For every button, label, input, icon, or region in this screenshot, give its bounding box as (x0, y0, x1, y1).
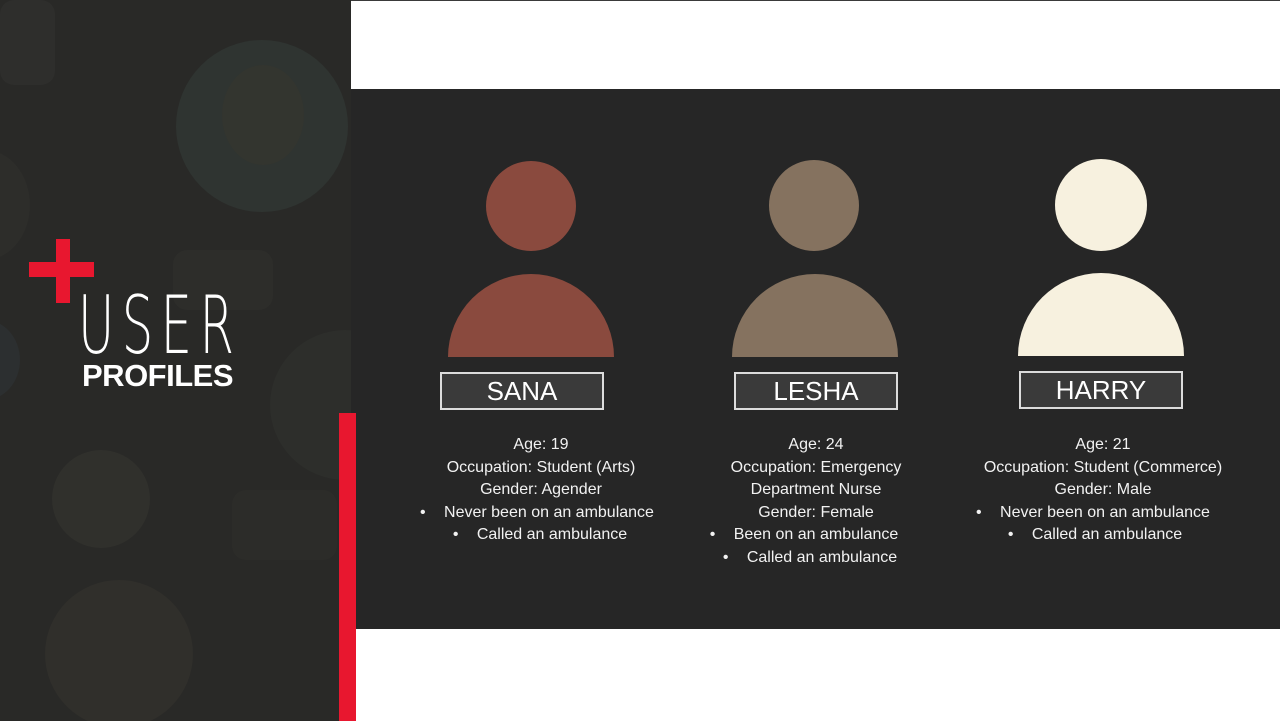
top-border (351, 0, 1280, 1)
bullet-icon: • (452, 526, 459, 543)
profile-details: Age: 24 Occupation: Emergency Department… (681, 434, 951, 569)
profile-age: Age: 19 (513, 436, 569, 453)
profile-gender: Gender: Female (758, 503, 874, 521)
red-cross-icon-bar (29, 262, 94, 277)
bullet-text: Been on an ambulance (733, 526, 899, 543)
avatar-body-icon (732, 274, 898, 357)
background-avatar-woman-head (222, 65, 304, 165)
bullet-text: Never been on an ambulance (1000, 503, 1210, 521)
background-avatar-left-mid (0, 320, 20, 400)
profile-bullets: • Never been on an ambulance • Called an a… (953, 502, 1253, 547)
profile-occupation-line1: Occupation: Emergency (730, 458, 902, 476)
avatar-head-icon (769, 160, 859, 251)
background-avatar-left (0, 150, 30, 260)
bullet-text: Called an ambulance (1031, 526, 1183, 543)
bullet-item: • Called an ambulance (945, 524, 1245, 547)
profile-bullets: • Never been on an ambulance • Called an a… (391, 502, 691, 547)
bullet-text: Never been on an ambulance (444, 503, 654, 521)
profile-occupation: Occupation: Student (Arts) (446, 458, 636, 476)
background-avatar-man (52, 450, 150, 548)
profile-name: LESHA (734, 372, 898, 410)
avatar-head-icon (486, 161, 576, 251)
bullet-item: • Called an ambulance (390, 524, 690, 547)
profile-gender: Gender: Male (1054, 481, 1152, 498)
slide-title-profiles: PROFILES (82, 358, 234, 393)
bullet-icon: • (976, 503, 982, 521)
profile-bullets: • Been on an ambulance • Called an ambulan… (681, 524, 951, 569)
profile-occupation-line2: Department Nurse (750, 481, 882, 498)
background-chat-bubble-3 (0, 0, 55, 85)
bullet-icon: • (1007, 526, 1014, 543)
bullet-icon: • (709, 526, 716, 543)
profile-gender: Gender: Agender (480, 481, 602, 498)
avatar-body-icon (448, 274, 614, 357)
profile-age: Age: 21 (1075, 436, 1131, 453)
bullet-icon: • (722, 548, 729, 566)
left-panel: USER PROFILES (0, 0, 351, 721)
profile-details: Age: 19 Occupation: Student (Arts) Gende… (391, 434, 691, 547)
avatar-head-icon (1055, 159, 1147, 251)
background-chat-bubble-2 (232, 490, 337, 560)
profile-name: SANA (440, 372, 604, 410)
profile-occupation: Occupation: Student (Commerce) (983, 458, 1223, 476)
bullet-item: • Never been on an ambulance (943, 502, 1243, 525)
bullet-text: Called an ambulance (746, 548, 898, 566)
avatar-body-icon (1018, 273, 1184, 356)
bullet-item: • Been on an ambulance (669, 524, 939, 547)
bullet-item: • Called an ambulance (675, 547, 945, 570)
background-avatar-woman-bottom (45, 580, 193, 721)
profile-details: Age: 21 Occupation: Student (Commerce) G… (953, 434, 1253, 547)
profile-age: Age: 24 (788, 436, 844, 453)
profile-name: HARRY (1019, 371, 1183, 409)
bullet-icon: • (420, 503, 426, 521)
bullet-text: Called an ambulance (476, 526, 628, 543)
red-accent-bar (339, 413, 356, 721)
profiles-panel: SANA Age: 19 Occupation: Student (Arts) … (351, 89, 1280, 629)
bullet-item: • Never been on an ambulance (387, 502, 687, 525)
